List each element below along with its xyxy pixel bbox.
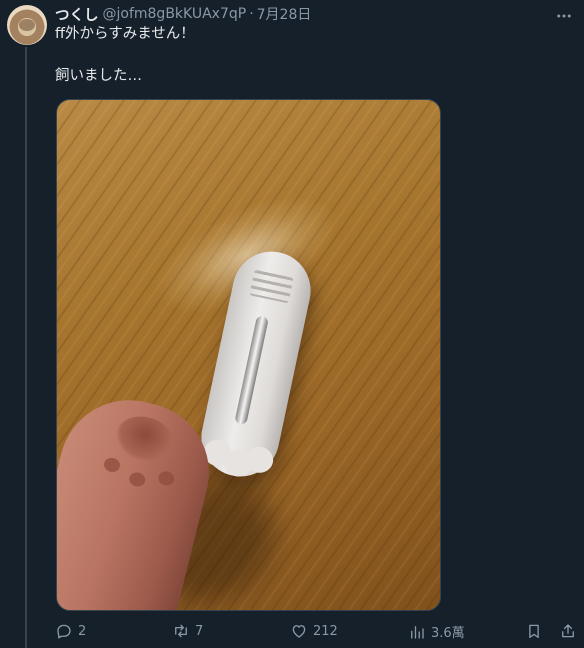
retweet-button[interactable]: 7 [172,622,203,640]
retweet-icon [175,624,187,638]
author-name[interactable]: つくし [55,4,99,25]
views-count: 3.6萬 [431,626,465,641]
share-button[interactable] [559,622,577,640]
tweet-text: ff外からすみません！ 飼いました… [55,24,195,87]
heart-icon [292,625,306,638]
thumb-bean [127,470,147,489]
clip-ridges [249,269,294,304]
action-bar: 2 7 212 3.6萬 [55,622,575,642]
clip-metal [234,315,269,426]
retweet-count: 7 [195,623,204,639]
tweet-text-line: 飼いました… [55,68,142,84]
more-icon[interactable] [554,6,574,26]
views-button[interactable]: 3.6萬 [408,622,465,641]
thumb-bean [156,469,176,488]
avatar[interactable] [7,5,47,45]
reply-button[interactable]: 2 [55,622,86,640]
reply-count: 2 [78,623,87,639]
tweet-text-line: ff外からすみません！ [55,26,195,42]
reply-icon [57,624,71,639]
tweet-date[interactable]: 7月28日 [257,4,312,24]
thumb-pad [110,410,178,468]
author-handle[interactable]: @jofm8gBkKUAx7qP [103,6,247,22]
thumb-bean [102,456,122,474]
tweet-photo[interactable] [56,99,441,611]
bookmark-icon [529,624,539,639]
like-count: 212 [313,623,338,639]
like-button[interactable]: 212 [290,622,338,640]
tweet-header: つくし @jofm8gBkKUAx7qP · 7月28日 [55,4,311,24]
bookmark-button[interactable] [525,622,543,640]
header-separator: · [249,6,254,22]
views-icon [411,625,424,639]
thread-line [25,47,27,648]
share-icon [562,624,574,638]
